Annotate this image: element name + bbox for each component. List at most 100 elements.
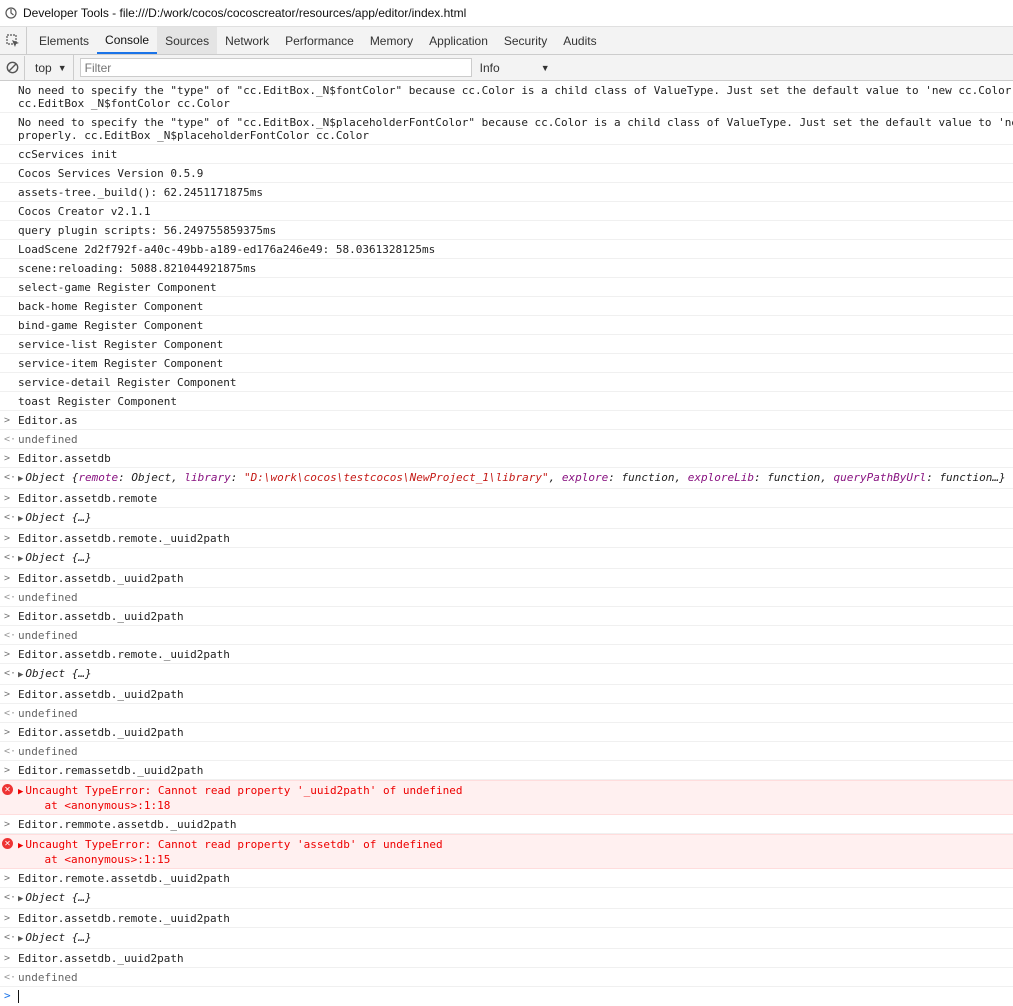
result-arrow-icon: <· xyxy=(4,708,17,719)
log-level-selector[interactable]: Info ▼ xyxy=(480,61,550,75)
tab-memory[interactable]: Memory xyxy=(362,27,421,54)
log-text: select-game Register Component xyxy=(18,281,217,294)
command-text: Editor.assetdb.remote._uuid2path xyxy=(18,648,230,661)
log-text: Cocos Services Version 0.5.9 xyxy=(18,167,204,180)
object-value: function… xyxy=(939,471,1000,484)
tab-network[interactable]: Network xyxy=(217,27,277,54)
console-command: > Editor.assetdb._uuid2path xyxy=(0,723,1013,742)
console-log: No need to specify the "type" of "cc.Edi… xyxy=(0,113,1013,145)
object-preview[interactable]: Object {remote: Object, library: "D:\wor… xyxy=(25,471,1005,484)
console-output[interactable]: No need to specify the "type" of "cc.Edi… xyxy=(0,81,1013,1006)
tab-sources[interactable]: Sources xyxy=(157,27,218,54)
log-text: No need to specify the "type" of "cc.Edi… xyxy=(18,116,1013,129)
object-preview[interactable]: Object {…} xyxy=(25,551,91,564)
console-log: select-game Register Component xyxy=(0,278,1013,297)
expand-triangle-icon[interactable]: ▶ xyxy=(18,553,23,566)
expand-triangle-icon[interactable]: ▶ xyxy=(18,840,23,853)
console-object-result[interactable]: <· ▶ Object {…} xyxy=(0,888,1013,909)
console-prompt[interactable]: > xyxy=(0,987,1013,1006)
object-comma: , xyxy=(820,471,834,484)
log-text: ccServices init xyxy=(18,148,118,161)
command-text: Editor.remmote.assetdb._uuid2path xyxy=(18,818,237,831)
expand-triangle-icon[interactable]: ▶ xyxy=(18,473,23,486)
tab-security[interactable]: Security xyxy=(496,27,555,54)
command-text: Editor.assetdb xyxy=(18,452,111,465)
result-arrow-icon: <· xyxy=(4,892,17,903)
log-level-label: Info xyxy=(479,60,500,75)
console-command: > Editor.assetdb.remote._uuid2path xyxy=(0,529,1013,548)
object-key: explore xyxy=(561,471,609,484)
tab-console[interactable]: Console xyxy=(97,27,158,54)
console-command: > Editor.assetdb._uuid2path xyxy=(0,685,1013,704)
error-stack[interactable]: at <anonymous>:1:18 xyxy=(18,799,170,812)
tab-performance[interactable]: Performance xyxy=(277,27,362,54)
result-arrow-icon: <· xyxy=(4,434,17,445)
command-text: Editor.assetdb._uuid2path xyxy=(18,610,184,623)
expand-triangle-icon[interactable]: ▶ xyxy=(18,669,23,682)
object-sep: : xyxy=(118,471,132,484)
object-value: "D:\work\cocos\testcocos\NewProject_1\li… xyxy=(244,471,549,484)
context-selector[interactable]: top ▼ xyxy=(25,55,74,80)
console-object-result[interactable]: <· ▶ Object {…} xyxy=(0,664,1013,685)
result-text: undefined xyxy=(18,629,78,642)
log-text: LoadScene 2d2f792f-a40c-49bb-a189-ed176a… xyxy=(18,243,436,256)
console-command: > Editor.remmote.assetdb._uuid2path xyxy=(0,815,1013,834)
object-sep: : xyxy=(753,471,768,484)
object-value: function xyxy=(767,471,821,484)
console-log: ccServices init xyxy=(0,145,1013,164)
console-object-result[interactable]: <· ▶ Object {…} xyxy=(0,928,1013,949)
object-sep: : xyxy=(608,471,622,484)
expand-triangle-icon[interactable]: ▶ xyxy=(18,933,23,946)
console-object-result[interactable]: <· ▶ Object {…} xyxy=(0,548,1013,569)
expand-triangle-icon[interactable]: ▶ xyxy=(18,893,23,906)
object-comma: , xyxy=(171,471,185,484)
command-prompt-icon: > xyxy=(4,649,11,660)
console-object-result[interactable]: <· ▶ Object {remote: Object, library: "D:\… xyxy=(0,468,1013,489)
console-log: query plugin scripts: 56.249755859375ms xyxy=(0,221,1013,240)
console-result: <· undefined xyxy=(0,626,1013,645)
expand-triangle-icon[interactable]: ▶ xyxy=(18,513,23,526)
expand-triangle-icon[interactable]: ▶ xyxy=(18,786,23,799)
result-text: undefined xyxy=(18,971,78,984)
console-command: > Editor.as xyxy=(0,411,1013,430)
log-text: No need to specify the "type" of "cc.Edi… xyxy=(18,84,1013,97)
object-preview[interactable]: Object {…} xyxy=(25,931,91,944)
console-object-result[interactable]: <· ▶ Object {…} xyxy=(0,508,1013,529)
object-preview[interactable]: Object {…} xyxy=(25,511,91,524)
object-preview[interactable]: Object {…} xyxy=(25,667,91,680)
command-text: Editor.assetdb.remote xyxy=(18,492,158,505)
chevron-down-icon: ▼ xyxy=(57,62,67,73)
prompt-chevron-icon: > xyxy=(4,989,11,1002)
object-sep: : xyxy=(926,471,940,484)
object-sep: : xyxy=(230,471,245,484)
log-text: scene:reloading: 5088.821044921875ms xyxy=(18,262,257,275)
inspect-element-icon[interactable] xyxy=(0,27,27,54)
object-value: function xyxy=(621,471,675,484)
context-label: top xyxy=(35,60,52,75)
tab-audits[interactable]: Audits xyxy=(555,27,604,54)
console-log: service-item Register Component xyxy=(0,354,1013,373)
console-result: <· undefined xyxy=(0,742,1013,761)
error-icon: ✕ xyxy=(2,838,13,849)
clear-console-icon[interactable] xyxy=(0,55,25,80)
panel-tabbar: Elements Console Sources Network Perform… xyxy=(0,26,1013,55)
console-log: service-detail Register Component xyxy=(0,373,1013,392)
console-log: No need to specify the "type" of "cc.Edi… xyxy=(0,81,1013,113)
text-caret xyxy=(18,990,19,1003)
console-log: assets-tree._build(): 62.2451171875ms xyxy=(0,183,1013,202)
log-text: back-home Register Component xyxy=(18,300,204,313)
command-prompt-icon: > xyxy=(4,415,11,426)
error-text: Uncaught TypeError: Cannot read property… xyxy=(25,838,443,851)
object-preview[interactable]: Object {…} xyxy=(25,891,91,904)
error-stack[interactable]: at <anonymous>:1:15 xyxy=(18,853,170,866)
tab-application[interactable]: Application xyxy=(421,27,496,54)
result-arrow-icon: <· xyxy=(4,668,17,679)
tab-elements[interactable]: Elements xyxy=(31,27,97,54)
filter-input[interactable] xyxy=(79,58,472,77)
command-prompt-icon: > xyxy=(4,765,11,776)
console-command: > Editor.assetdb.remote xyxy=(0,489,1013,508)
result-arrow-icon: <· xyxy=(4,932,17,943)
console-error: ✕ ▶ Uncaught TypeError: Cannot read proper… xyxy=(0,834,1013,869)
console-log: back-home Register Component xyxy=(0,297,1013,316)
console-result: <· undefined xyxy=(0,430,1013,449)
